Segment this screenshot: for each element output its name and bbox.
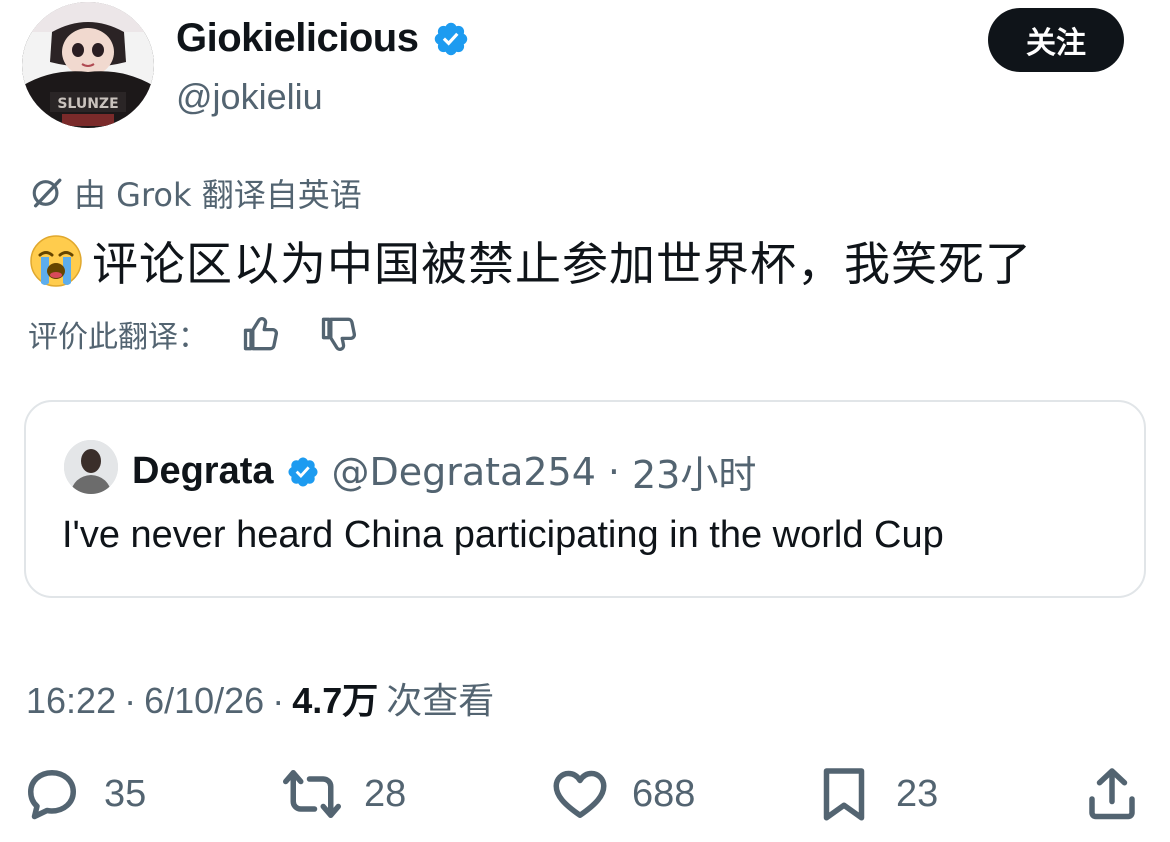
- repost-count: 28: [364, 772, 407, 815]
- avatar-shirt-text: SLUNZE: [57, 96, 118, 112]
- share-icon: [1089, 768, 1135, 820]
- view-count[interactable]: 4.7万: [292, 672, 378, 724]
- like-button[interactable]: 688: [550, 764, 695, 824]
- thumbs-up-icon[interactable]: [240, 312, 284, 356]
- quoted-tweet[interactable]: Degrata @Degrata254 · 23小时 I've never he…: [24, 400, 1146, 598]
- quoted-header: Degrata @Degrata254 · 23小时: [132, 444, 756, 499]
- rate-translation: 评价此翻译：: [28, 312, 362, 356]
- tweet-time[interactable]: 16:22: [26, 680, 116, 722]
- tweet-detail: SLUNZE Giokielicious @jokieliu 关注 由 Grok…: [0, 0, 1170, 842]
- reply-count: 35: [104, 772, 147, 815]
- quoted-author-handle[interactable]: @Degrata254: [332, 450, 596, 494]
- quoted-author-avatar[interactable]: [64, 440, 118, 494]
- like-count: 688: [632, 772, 696, 815]
- repost-icon: [283, 770, 341, 818]
- meta-separator: ·: [124, 680, 137, 721]
- reply-button[interactable]: 35: [22, 764, 146, 824]
- author-display-name[interactable]: Giokielicious: [176, 16, 419, 61]
- quoted-timestamp[interactable]: 23小时: [632, 444, 756, 499]
- action-bar: 35 28 688 23: [0, 764, 1170, 824]
- grok-icon: [32, 178, 62, 208]
- avatar-image: SLUNZE: [22, 2, 154, 128]
- quoted-separator: ·: [607, 449, 620, 494]
- tweet-body: 评论区以为中国被禁止参加世界杯，我笑死了: [28, 228, 1032, 294]
- bookmark-count: 23: [896, 772, 939, 815]
- view-count-label[interactable]: 次查看: [386, 672, 494, 724]
- author-avatar[interactable]: SLUNZE: [22, 2, 154, 128]
- quoted-avatar-image: [64, 440, 118, 494]
- translation-label: 由 Grok 翻译自英语: [30, 170, 362, 216]
- repost-button[interactable]: 28: [282, 764, 406, 824]
- quoted-tweet-text: I've never heard China participating in …: [62, 514, 944, 556]
- verified-badge-icon: [287, 456, 318, 487]
- translation-label-text: 由 Grok 翻译自英语: [74, 176, 362, 214]
- quoted-author-name[interactable]: Degrata: [132, 450, 274, 493]
- follow-button[interactable]: 关注: [988, 8, 1124, 72]
- heart-icon: [553, 770, 607, 818]
- author-handle[interactable]: @jokieliu: [176, 76, 323, 118]
- tweet-text: 评论区以为中国被禁止参加世界杯，我笑死了: [92, 237, 1032, 291]
- reply-icon: [28, 770, 76, 820]
- bookmark-button[interactable]: 23: [814, 764, 938, 824]
- author-name-row[interactable]: Giokielicious: [176, 16, 470, 61]
- tweet-meta: 16:22 · 6/10/26 · 4.7万 次查看: [26, 672, 494, 724]
- meta-separator: ·: [272, 680, 285, 721]
- bookmark-icon: [823, 768, 865, 821]
- tweet-date[interactable]: 6/10/26: [144, 680, 264, 722]
- share-button[interactable]: [1082, 764, 1142, 824]
- rate-translation-label: 评价此翻译：: [28, 320, 208, 355]
- thumbs-down-icon[interactable]: [318, 312, 362, 356]
- verified-badge-icon: [435, 22, 468, 55]
- loudly-crying-face-icon: [30, 235, 82, 287]
